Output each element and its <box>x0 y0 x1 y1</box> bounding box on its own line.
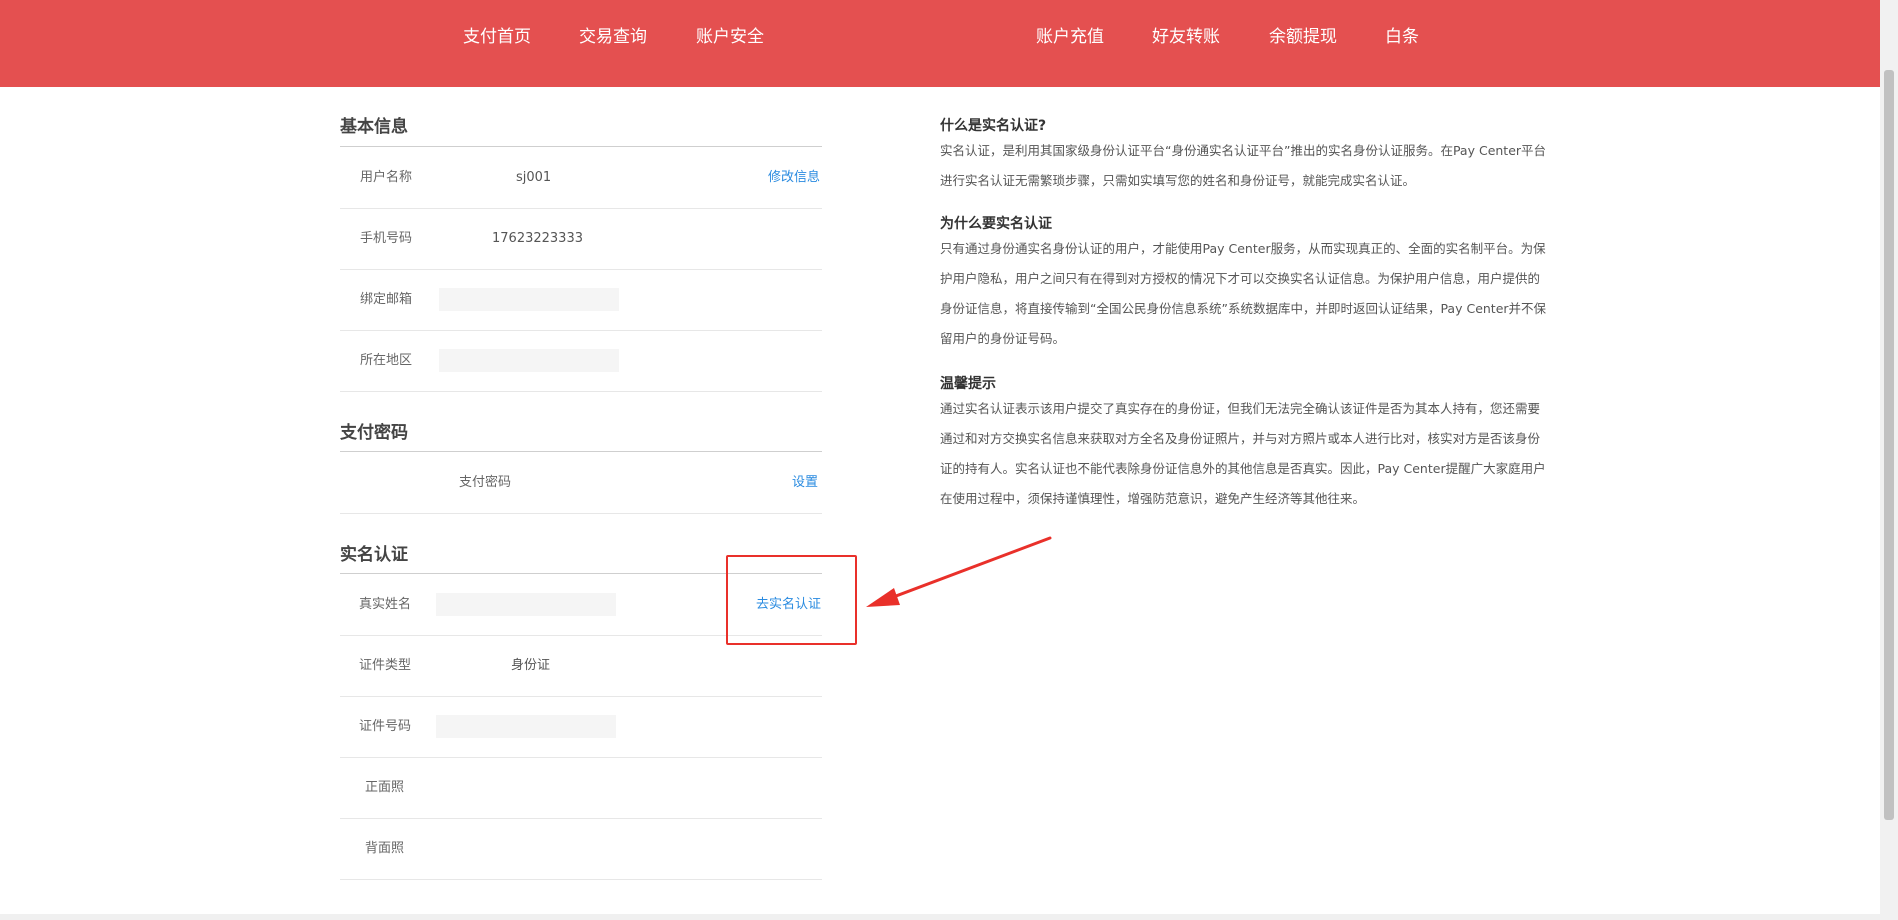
info-what-title: 什么是实名认证? <box>940 118 1047 134</box>
page-footer-strip <box>0 914 1880 920</box>
info-tips-text: 通过实名认证表示该用户提交了真实存在的身份证，但我们无法完全确认该证件是否为其本… <box>940 401 1546 506</box>
info-tips-title: 温馨提示 <box>940 376 996 392</box>
info-why-text: 只有通过身份通实名身份认证的用户，才能使用Pay Center服务，从而实现真正… <box>940 241 1547 346</box>
row-divider <box>340 879 822 880</box>
email-field[interactable] <box>439 288 619 311</box>
region-field[interactable] <box>439 349 619 372</box>
realname-title: 实名认证 <box>340 545 408 565</box>
id-number-label: 证件号码 <box>359 719 412 734</box>
annotation-arrow-icon <box>866 536 1052 607</box>
info-what-text: 实名认证，是利用其国家级身份认证平台“身份通实名认证平台”推出的实名身份认证服务… <box>940 143 1547 188</box>
phone-value: 17623223333 <box>492 231 583 246</box>
real-name-field[interactable] <box>436 593 616 616</box>
id-number-field[interactable] <box>436 715 616 738</box>
nav-pay-home[interactable]: 支付首页 <box>463 25 531 49</box>
row-divider <box>340 391 822 392</box>
nav-balance-withdraw[interactable]: 余额提现 <box>1269 25 1337 49</box>
id-type-value: 身份证 <box>511 658 551 673</box>
row-divider <box>340 208 822 209</box>
row-divider <box>340 757 822 758</box>
scrollbar-thumb[interactable] <box>1884 70 1894 820</box>
section-divider <box>340 146 822 147</box>
nav-transaction-query[interactable]: 交易查询 <box>579 25 647 49</box>
basic-info-title: 基本信息 <box>340 117 408 137</box>
nav-friend-transfer[interactable]: 好友转账 <box>1152 25 1220 49</box>
info-why-title: 为什么要实名认证 <box>940 216 1052 232</box>
region-label: 所在地区 <box>360 353 413 368</box>
annotation-highlight-box <box>726 555 857 645</box>
nav-iou[interactable]: 白条 <box>1385 25 1419 49</box>
edit-info-link[interactable]: 修改信息 <box>768 169 820 187</box>
row-divider <box>340 696 822 697</box>
row-divider <box>340 269 822 270</box>
front-photo-label: 正面照 <box>365 780 405 795</box>
row-divider <box>340 818 822 819</box>
id-type-label: 证件类型 <box>359 658 412 673</box>
phone-label: 手机号码 <box>360 231 413 246</box>
username-label: 用户名称 <box>360 170 413 185</box>
row-divider <box>340 513 822 514</box>
top-nav: 支付首页 交易查询 账户安全 账户充值 好友转账 余额提现 白条 <box>0 0 1880 87</box>
row-divider <box>340 330 822 331</box>
back-photo-label: 背面照 <box>365 841 405 856</box>
nav-account-security[interactable]: 账户安全 <box>696 25 764 49</box>
real-name-label: 真实姓名 <box>359 597 412 612</box>
nav-account-recharge[interactable]: 账户充值 <box>1036 25 1104 49</box>
set-pay-password-link[interactable]: 设置 <box>792 474 818 492</box>
vertical-scrollbar[interactable] <box>1880 0 1898 920</box>
pay-password-label: 支付密码 <box>459 475 512 490</box>
username-value: sj001 <box>516 170 552 185</box>
email-label: 绑定邮箱 <box>360 292 413 307</box>
pay-password-title: 支付密码 <box>340 423 408 443</box>
section-divider <box>340 451 822 452</box>
